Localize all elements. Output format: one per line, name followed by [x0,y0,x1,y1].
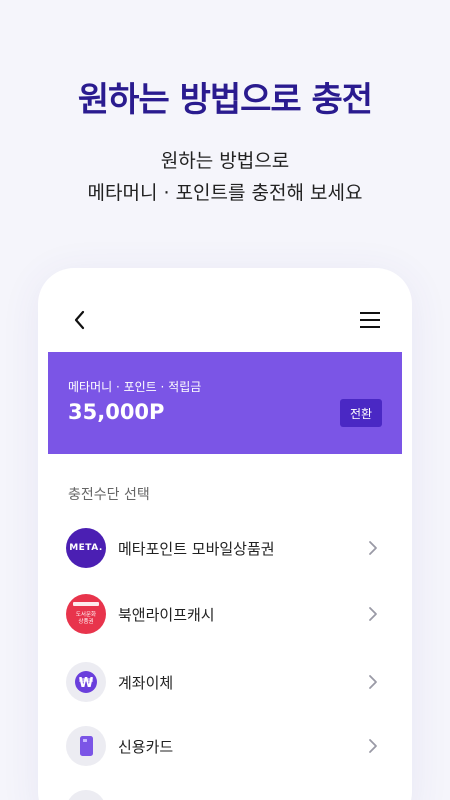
method-label: 메타포인트 모바일상품권 [118,540,275,558]
menu-button[interactable] [358,308,382,332]
promo-subline-1: 원하는 방법으로 [160,150,290,172]
chevron-right-icon [369,607,377,621]
method-label: 신용카드 [118,738,174,756]
credit-card-graphic [80,736,93,756]
convert-button[interactable]: 전환 [340,399,382,427]
credit-card-icon [66,726,106,766]
method-meta-mobile-gift-card[interactable]: META. 메타포인트 모바일상품권 [38,520,412,576]
won-bank-transfer-icon: ₩ [66,662,106,702]
method-label: 북앤라이프캐시 [118,606,215,624]
next-method-icon [66,790,106,800]
hamburger-icon [360,312,380,328]
meta-logo-text: META. [69,543,103,553]
book-gift-card-text-1: 도서문화 [76,610,96,618]
meta-logo-icon: META. [66,528,106,568]
balance-amount: 35,000P [68,400,165,424]
book-gift-card-graphic: 도서문화 상품권 [73,602,99,625]
method-label: 계좌이체 [118,674,174,692]
method-bank-transfer[interactable]: ₩ 계좌이체 [38,654,412,710]
balance-banner: 메타머니 · 포인트 · 적립금 35,000P 전환 [48,352,402,454]
method-credit-card[interactable]: 신용카드 [38,718,412,774]
book-gift-card-text-2: 상품권 [78,617,93,625]
promo-headline: 원하는 방법으로 충전 [77,80,373,120]
section-title: 충전수단 선택 [68,487,150,503]
book-gift-card-icon: 도서문화 상품권 [66,594,106,634]
method-book-n-life-cash[interactable]: 도서문화 상품권 북앤라이프캐시 [38,586,412,642]
chevron-right-icon [369,541,377,555]
won-symbol: ₩ [79,676,94,691]
promo-subline-2: 메타머니 · 포인트를 충전해 보세요 [87,182,363,204]
phone-mockup: 메타머니 · 포인트 · 적립금 35,000P 전환 충전수단 선택 META… [38,268,412,800]
chevron-right-icon [369,739,377,753]
balance-label: 메타머니 · 포인트 · 적립금 [68,380,202,394]
method-next-partial[interactable] [38,782,412,800]
won-coin-graphic: ₩ [75,671,97,693]
top-bar [38,302,412,338]
chevron-left-icon [74,310,85,330]
chevron-right-icon [369,675,377,689]
back-button[interactable] [68,306,92,334]
